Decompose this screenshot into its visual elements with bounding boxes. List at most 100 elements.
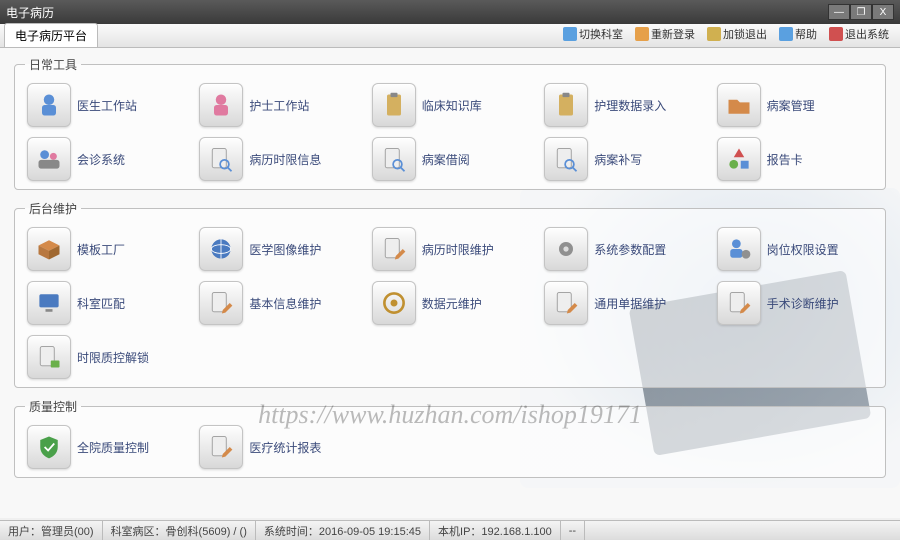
switch-dept-button[interactable]: 切换科室 bbox=[558, 23, 628, 45]
status-time: 系统时间：2016-09-05 19:15:45 bbox=[256, 521, 430, 540]
launcher-item-daily-9[interactable]: 报告卡 bbox=[715, 135, 875, 183]
globe-icon bbox=[199, 227, 243, 271]
launcher-label: 基本信息维护 bbox=[249, 295, 321, 312]
launcher-label: 数据元维护 bbox=[422, 295, 482, 312]
launcher-item-quality-1[interactable]: 医疗统计报表 bbox=[197, 423, 357, 471]
relogin-icon bbox=[635, 27, 649, 41]
exit-icon bbox=[829, 27, 843, 41]
launcher-label: 通用单据维护 bbox=[594, 295, 666, 312]
launcher-item-daily-1[interactable]: 护士工作站 bbox=[197, 81, 357, 129]
clipboard-icon bbox=[544, 83, 588, 127]
launcher-label: 病案管理 bbox=[767, 97, 815, 114]
switch-dept-icon bbox=[563, 27, 577, 41]
close-button[interactable]: X bbox=[872, 4, 894, 20]
launcher-label: 护士工作站 bbox=[249, 97, 309, 114]
launcher-item-daily-5[interactable]: 会诊系统 bbox=[25, 135, 185, 183]
grid-quality: 全院质量控制 医疗统计报表 bbox=[25, 423, 875, 471]
doc-search-icon bbox=[199, 137, 243, 181]
doc-lock-icon bbox=[27, 335, 71, 379]
people-icon bbox=[27, 137, 71, 181]
launcher-label: 岗位权限设置 bbox=[767, 241, 839, 258]
launcher-label: 手术诊断维护 bbox=[767, 295, 839, 312]
launcher-item-daily-2[interactable]: 临床知识库 bbox=[370, 81, 530, 129]
maximize-button[interactable]: ❐ bbox=[850, 4, 872, 20]
launcher-item-maint-9[interactable]: 手术诊断维护 bbox=[715, 279, 875, 327]
launcher-item-quality-0[interactable]: 全院质量控制 bbox=[25, 423, 185, 471]
user-gear-icon bbox=[717, 227, 761, 271]
launcher-label: 时限质控解锁 bbox=[77, 349, 149, 366]
launcher-item-maint-2[interactable]: 病历时限维护 bbox=[370, 225, 530, 273]
grid-daily: 医生工作站 护士工作站 临床知识库 护理数据录入 病案管理会诊系统 病历时限信息 病案借阅 病… bbox=[25, 81, 875, 183]
launcher-item-daily-6[interactable]: 病历时限信息 bbox=[197, 135, 357, 183]
lock-exit-button[interactable]: 加锁退出 bbox=[702, 23, 772, 45]
launcher-label: 全院质量控制 bbox=[77, 439, 149, 456]
doc-edit-icon bbox=[372, 227, 416, 271]
launcher-label: 模板工厂 bbox=[77, 241, 125, 258]
status-bar: 用户：管理员(00) 科室病区：骨创科(5609) / () 系统时间：2016… bbox=[0, 520, 900, 540]
doc-edit-icon bbox=[717, 281, 761, 325]
launcher-item-daily-4[interactable]: 病案管理 bbox=[715, 81, 875, 129]
launcher-item-maint-4[interactable]: 岗位权限设置 bbox=[715, 225, 875, 273]
status-extra: -- bbox=[561, 521, 585, 540]
launcher-label: 医学图像维护 bbox=[249, 241, 321, 258]
minimize-button[interactable]: — bbox=[828, 4, 850, 20]
exit-system-button[interactable]: 退出系统 bbox=[824, 23, 894, 45]
window-controls: — ❐ X bbox=[828, 4, 894, 20]
section-quality-title: 质量控制 bbox=[25, 398, 81, 415]
launcher-label: 医生工作站 bbox=[77, 97, 137, 114]
launcher-label: 病历时限维护 bbox=[422, 241, 494, 258]
section-quality: 质量控制 全院质量控制 医疗统计报表 bbox=[14, 398, 886, 478]
launcher-item-daily-8[interactable]: 病案补写 bbox=[542, 135, 702, 183]
status-dept: 科室病区：骨创科(5609) / () bbox=[103, 521, 256, 540]
doc-search-icon bbox=[372, 137, 416, 181]
section-maintenance-title: 后台维护 bbox=[25, 200, 81, 217]
launcher-item-maint-8[interactable]: 通用单据维护 bbox=[542, 279, 702, 327]
launcher-label: 临床知识库 bbox=[422, 97, 482, 114]
launcher-item-daily-7[interactable]: 病案借阅 bbox=[370, 135, 530, 183]
tab-emr-platform[interactable]: 电子病历平台 bbox=[4, 23, 98, 47]
grid-maint: 模板工厂 医学图像维护 病历时限维护 系统参数配置 岗位权限设置科室匹配 基本信息维护 数据… bbox=[25, 225, 875, 381]
help-icon bbox=[779, 27, 793, 41]
relogin-button[interactable]: 重新登录 bbox=[630, 23, 700, 45]
launcher-label: 科室匹配 bbox=[77, 295, 125, 312]
nurse-icon bbox=[199, 83, 243, 127]
status-user: 用户：管理员(00) bbox=[0, 521, 103, 540]
launcher-item-maint-5[interactable]: 科室匹配 bbox=[25, 279, 185, 327]
launcher-item-maint-6[interactable]: 基本信息维护 bbox=[197, 279, 357, 327]
launcher-item-maint-0[interactable]: 模板工厂 bbox=[25, 225, 185, 273]
clipboard-icon bbox=[372, 83, 416, 127]
window-title: 电子病历 bbox=[6, 4, 54, 21]
gear-icon bbox=[544, 227, 588, 271]
launcher-label: 病案借阅 bbox=[422, 151, 470, 168]
shapes-icon bbox=[717, 137, 761, 181]
content-area: 日常工具 医生工作站 护士工作站 临床知识库 护理数据录入 病案管理会诊系统 病历时限信息… bbox=[0, 48, 900, 518]
toolbar-right: 切换科室 重新登录 加锁退出 帮助 退出系统 bbox=[558, 23, 900, 45]
tab-bar: 电子病历平台 切换科室 重新登录 加锁退出 帮助 退出系统 bbox=[0, 24, 900, 48]
launcher-label: 医疗统计报表 bbox=[249, 439, 321, 456]
monitor-icon bbox=[27, 281, 71, 325]
section-daily-tools: 日常工具 医生工作站 护士工作站 临床知识库 护理数据录入 病案管理会诊系统 病历时限信息… bbox=[14, 56, 886, 190]
launcher-item-maint-7[interactable]: 数据元维护 bbox=[370, 279, 530, 327]
section-maintenance: 后台维护 模板工厂 医学图像维护 病历时限维护 系统参数配置 岗位权限设置科室匹配 基本信… bbox=[14, 200, 886, 388]
launcher-item-maint-1[interactable]: 医学图像维护 bbox=[197, 225, 357, 273]
lock-icon bbox=[707, 27, 721, 41]
launcher-label: 系统参数配置 bbox=[594, 241, 666, 258]
at-icon bbox=[372, 281, 416, 325]
folder-icon bbox=[717, 83, 761, 127]
launcher-label: 病历时限信息 bbox=[249, 151, 321, 168]
doctor-icon bbox=[27, 83, 71, 127]
launcher-label: 病案补写 bbox=[594, 151, 642, 168]
launcher-label: 护理数据录入 bbox=[594, 97, 666, 114]
doc-edit-icon bbox=[199, 425, 243, 469]
help-button[interactable]: 帮助 bbox=[774, 23, 822, 45]
launcher-item-maint-3[interactable]: 系统参数配置 bbox=[542, 225, 702, 273]
launcher-item-daily-3[interactable]: 护理数据录入 bbox=[542, 81, 702, 129]
doc-search-icon bbox=[544, 137, 588, 181]
launcher-item-maint-10[interactable]: 时限质控解锁 bbox=[25, 333, 185, 381]
launcher-label: 会诊系统 bbox=[77, 151, 125, 168]
window-titlebar: 电子病历 — ❐ X bbox=[0, 0, 900, 24]
shield-icon bbox=[27, 425, 71, 469]
doc-edit-icon bbox=[544, 281, 588, 325]
launcher-item-daily-0[interactable]: 医生工作站 bbox=[25, 81, 185, 129]
section-daily-title: 日常工具 bbox=[25, 56, 81, 73]
